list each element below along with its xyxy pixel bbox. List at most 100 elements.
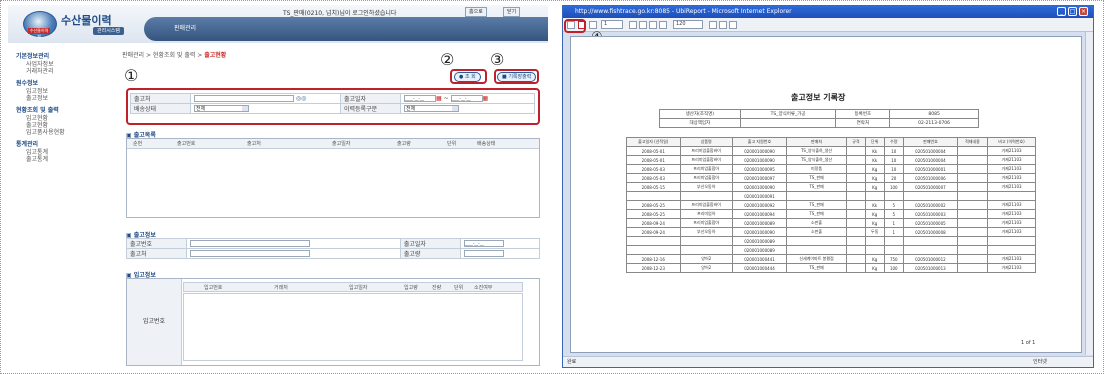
report-cell [786,236,847,246]
zoom-in-icon[interactable] [709,21,717,29]
report-cell: 020001000095 [731,164,788,174]
report-cell [679,245,733,255]
list-column-header[interactable]: 단위 [447,139,456,149]
report-cell: 신세계이마트 봉평점 [786,254,847,264]
list-column-header[interactable]: 배송상태 [477,139,495,149]
report-cell: Kg [864,209,885,219]
sidebar-group-title[interactable]: 현황조회 및 출력 [16,105,113,114]
report-cell [679,191,733,201]
phone-label: 연락처 [835,118,891,128]
list-column-header[interactable]: 출고일자 [332,139,350,149]
report-cell [902,245,958,255]
clear-dest-icon[interactable]: ◎ [301,95,306,102]
out-qty-input[interactable] [463,250,504,257]
report-cell: 750 [883,254,904,264]
sidebar-item[interactable]: 입고정보 [26,88,113,95]
vertical-scrollbar[interactable] [1085,32,1093,355]
sidebar-item[interactable]: 거래처관리 [26,68,113,75]
date-to-input[interactable]: ____-__-__ [450,95,483,102]
in-column-header[interactable]: 단위 [454,283,463,293]
in-column-header[interactable]: 입고량 [404,283,418,293]
report-row: 2008-09-24 부산오동아 020001000090 소판출 두동 1 0205010… [626,227,1036,237]
report-cell [956,200,989,210]
page-input[interactable]: 1 [601,20,623,29]
producer-label: 생산자(조직명) [659,109,741,119]
breadcrumb: 판매관리 > 현황조회 및 출력 > 출고현황 [122,50,226,59]
report-cell: 거제21103 [987,146,1036,156]
sidebar-item[interactable]: 출고정보 [26,95,113,102]
sidebar-item[interactable]: 입고품사용현황 [26,129,113,136]
report-cell: 020501000013 [902,263,958,273]
out-dest-input[interactable] [190,250,310,257]
history-select[interactable]: 전체 [404,105,459,112]
list-column-header[interactable]: 출고번호 [177,139,195,149]
export-icon[interactable] [589,21,597,29]
in-list-body[interactable] [183,293,523,361]
report-cell [846,200,866,210]
report-cell: 거제21103 [987,200,1036,210]
delivery-select[interactable]: 전체 [194,105,249,112]
zoom-select[interactable]: 120 [673,20,703,29]
print-button[interactable]: ■ 기록장출력 [497,72,537,82]
sidebar-group-title[interactable]: 기본정보관리 [16,51,113,60]
prev-page-icon[interactable] [639,21,647,29]
out-date-input[interactable]: ____-__-__ [463,240,504,247]
report-cell [846,182,866,192]
close-button[interactable]: 닫기 [503,7,521,17]
sidebar-item[interactable]: 출고현황 [26,122,113,129]
print-icon-highlight [564,19,586,33]
in-column-header[interactable]: 입고일자 [349,283,367,293]
in-column-header[interactable]: 거래처 [274,283,288,293]
sidebar-group-title[interactable]: 원수정보 [16,78,113,87]
calendar-from-icon[interactable]: ▦ [436,95,442,102]
report-cell: 거제21103 [987,218,1036,228]
search-button[interactable]: ● 조 회 [454,72,481,82]
report-cell [902,191,958,201]
report-cell: 020001000097 [731,173,788,183]
report-cell [846,146,866,156]
dest-input[interactable] [194,95,294,102]
list-column-header[interactable]: 순번 [133,139,142,149]
report-cell: 2008-05-15 [626,182,681,192]
out-list-grid[interactable]: 순번 출고번호 출고처 출고일자 출고량 단위 배송상태 [126,138,540,218]
report-cell: 100 [883,263,904,273]
minimize-icon[interactable]: _ [1057,7,1066,16]
report-cell [846,191,866,201]
sidebar-group-title[interactable]: 통계관리 [16,139,113,148]
in-column-header[interactable]: 소진여부 [474,283,492,293]
report-cell [846,155,866,165]
report-cell: Kg [864,218,885,228]
fit-icon[interactable] [729,21,737,29]
window-title: http://www.fishtrace.go.kr:8085 - UbiRep… [563,6,1093,18]
logo[interactable]: 수산물이력제 수산물이력 관리시스템 [23,11,138,39]
in-column-header[interactable]: 잔량 [432,283,441,293]
close-icon[interactable]: × [1079,7,1088,16]
home-button[interactable]: 홈으로 [465,7,487,17]
maximize-icon[interactable]: □ [1068,7,1077,16]
list-column-header[interactable]: 출고량 [397,139,411,149]
date-from-input[interactable]: ____-__-__ [404,95,436,102]
reg-value: 8085 [889,109,979,119]
report-cell [956,155,989,165]
nav-tab-sales[interactable]: 판매관리 [174,23,196,32]
next-page-icon[interactable] [649,21,657,29]
report-cell: 거제21103 [987,263,1036,273]
in-column-header[interactable]: 입고번호 [204,283,222,293]
report-cell: Kk [864,200,885,210]
report-cell: TS_판매 [786,182,847,192]
out-no-input[interactable] [190,240,310,247]
report-cell [846,254,866,264]
last-page-icon[interactable] [659,21,667,29]
zoom-out-icon[interactable] [719,21,727,29]
sidebar-item[interactable]: 입고통계 [26,149,113,156]
report-cell: Kk [864,146,885,156]
list-column-header[interactable]: 출고처 [247,139,261,149]
report-cell [846,164,866,174]
calendar-to-icon[interactable]: ▦ [483,95,489,102]
report-cell: 거제21103 [987,227,1036,237]
first-page-icon[interactable] [629,21,637,29]
sidebar-item[interactable]: 입고현황 [26,115,113,122]
sidebar-item[interactable]: 출고통계 [26,156,113,163]
sidebar-item[interactable]: 사업자정보 [26,61,113,68]
report-cell: Kk [864,155,885,165]
